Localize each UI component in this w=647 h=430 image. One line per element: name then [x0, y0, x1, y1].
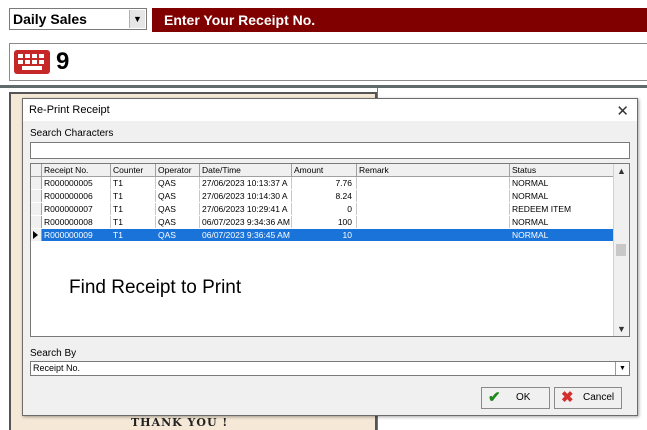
cell-receipt-no: R000000005: [42, 177, 111, 189]
column-header-remark[interactable]: Remark: [357, 164, 510, 176]
cell-operator: QAS: [156, 190, 200, 202]
dialog-title-bar: Re-Print Receipt ✕: [23, 99, 637, 121]
cell-counter: T1: [111, 177, 156, 189]
column-header-operator[interactable]: Operator: [156, 164, 200, 176]
cell-remark: [357, 216, 510, 228]
scroll-up-icon[interactable]: ▲: [614, 164, 629, 178]
dropdown-arrow-icon[interactable]: ▼: [615, 362, 629, 375]
ok-label: OK: [516, 392, 531, 403]
cell-amount: 10: [292, 229, 357, 241]
cell-counter: T1: [111, 229, 156, 241]
cell-receipt-no: R000000009: [42, 229, 111, 241]
checkmark-icon: ✔: [488, 389, 501, 406]
cell-receipt-no: R000000006: [42, 190, 111, 202]
cell-remark: [357, 190, 510, 202]
x-icon: ✖: [561, 389, 574, 406]
row-selector-header: [31, 164, 42, 176]
cell-datetime: 06/07/2023 9:36:45 AM: [200, 229, 292, 241]
row-selector[interactable]: [31, 229, 42, 241]
scroll-thumb[interactable]: [616, 244, 626, 256]
cell-remark: [357, 203, 510, 215]
cell-datetime: 06/07/2023 9:34:36 AM: [200, 216, 292, 228]
row-selector[interactable]: [31, 177, 42, 189]
column-header-counter[interactable]: Counter: [111, 164, 156, 176]
search-label: Search Characters: [30, 128, 114, 139]
top-bar: Daily Sales ▼ Enter Your Receipt No.: [0, 0, 647, 38]
cell-amount: 0: [292, 203, 357, 215]
scroll-down-icon[interactable]: ▼: [614, 322, 629, 336]
table-row[interactable]: R000000006 T1 QAS 27/06/2023 10:14:30 A 8.24…: [31, 190, 615, 202]
cell-status: NORMAL: [510, 190, 615, 202]
close-icon[interactable]: ✕: [616, 101, 629, 123]
cell-status: NORMAL: [510, 229, 615, 241]
cell-status: NORMAL: [510, 177, 615, 189]
cell-status: NORMAL: [510, 216, 615, 228]
table-row[interactable]: R000000008 T1 QAS 06/07/2023 9:34:36 AM 100 N…: [31, 216, 615, 228]
table-row[interactable]: R000000009 T1 QAS 06/07/2023 9:36:45 AM 10 NO…: [31, 229, 615, 241]
overlay-caption: Find Receipt to Print: [69, 277, 242, 298]
reprint-receipt-dialog: Re-Print Receipt ✕ Search Characters Rec…: [22, 98, 638, 416]
search-by-label: Search By: [30, 348, 77, 359]
search-by-select[interactable]: Receipt No. ▼: [30, 361, 630, 376]
ok-button[interactable]: ✔ OK: [481, 387, 550, 409]
row-selector[interactable]: [31, 216, 42, 228]
cell-counter: T1: [111, 203, 156, 215]
vertical-scrollbar[interactable]: ▲ ▼: [613, 164, 629, 336]
cell-operator: QAS: [156, 203, 200, 215]
row-pointer-icon: [33, 231, 38, 239]
cell-operator: QAS: [156, 177, 200, 189]
cell-operator: QAS: [156, 216, 200, 228]
mode-select-value: Daily Sales: [13, 11, 87, 27]
cancel-label: Cancel: [583, 392, 615, 403]
cell-datetime: 27/06/2023 10:29:41 A: [200, 203, 292, 215]
column-header-amount[interactable]: Amount: [292, 164, 357, 176]
cell-status: REDEEM ITEM: [510, 203, 615, 215]
search-input[interactable]: [31, 146, 629, 161]
cell-counter: T1: [111, 216, 156, 228]
cell-receipt-no: R000000007: [42, 203, 111, 215]
dialog-title: Re-Print Receipt: [29, 104, 110, 116]
cell-remark: [357, 177, 510, 189]
receipt-footer: THANK YOU !: [131, 416, 229, 429]
cell-amount: 100: [292, 216, 357, 228]
search-by-value: Receipt No.: [33, 363, 81, 373]
receipt-number-value: 9: [56, 48, 70, 75]
column-header-receipt-no[interactable]: Receipt No.: [42, 164, 111, 176]
row-selector[interactable]: [31, 190, 42, 202]
cancel-button[interactable]: ✖ Cancel: [554, 387, 622, 409]
receipt-number-row[interactable]: 9: [9, 43, 647, 81]
cell-datetime: 27/06/2023 10:14:30 A: [200, 190, 292, 202]
column-header-status[interactable]: Status: [510, 164, 615, 176]
cell-counter: T1: [111, 190, 156, 202]
cell-amount: 7.76: [292, 177, 357, 189]
table-row[interactable]: R000000007 T1 QAS 27/06/2023 10:29:41 A 0 RED…: [31, 203, 615, 215]
keyboard-icon[interactable]: [14, 50, 50, 74]
dropdown-arrow-icon[interactable]: ▼: [129, 10, 145, 28]
column-header-datetime[interactable]: Date/Time: [200, 164, 292, 176]
receipt-grid[interactable]: Receipt No. Counter Operator Date/Time A…: [30, 163, 630, 337]
divider: [0, 85, 647, 88]
cell-amount: 8.24: [292, 190, 357, 202]
grid-header: Receipt No. Counter Operator Date/Time A…: [31, 164, 615, 177]
cell-remark: [357, 229, 510, 241]
mode-select[interactable]: Daily Sales ▼: [9, 8, 147, 30]
row-selector[interactable]: [31, 203, 42, 215]
receipt-prompt-bar: Enter Your Receipt No.: [152, 8, 647, 32]
cell-operator: QAS: [156, 229, 200, 241]
search-input-box[interactable]: [30, 142, 630, 161]
table-row[interactable]: R000000005 T1 QAS 27/06/2023 10:13:37 A 7.76…: [31, 177, 615, 189]
cell-datetime: 27/06/2023 10:13:37 A: [200, 177, 292, 189]
cell-receipt-no: R000000008: [42, 216, 111, 228]
